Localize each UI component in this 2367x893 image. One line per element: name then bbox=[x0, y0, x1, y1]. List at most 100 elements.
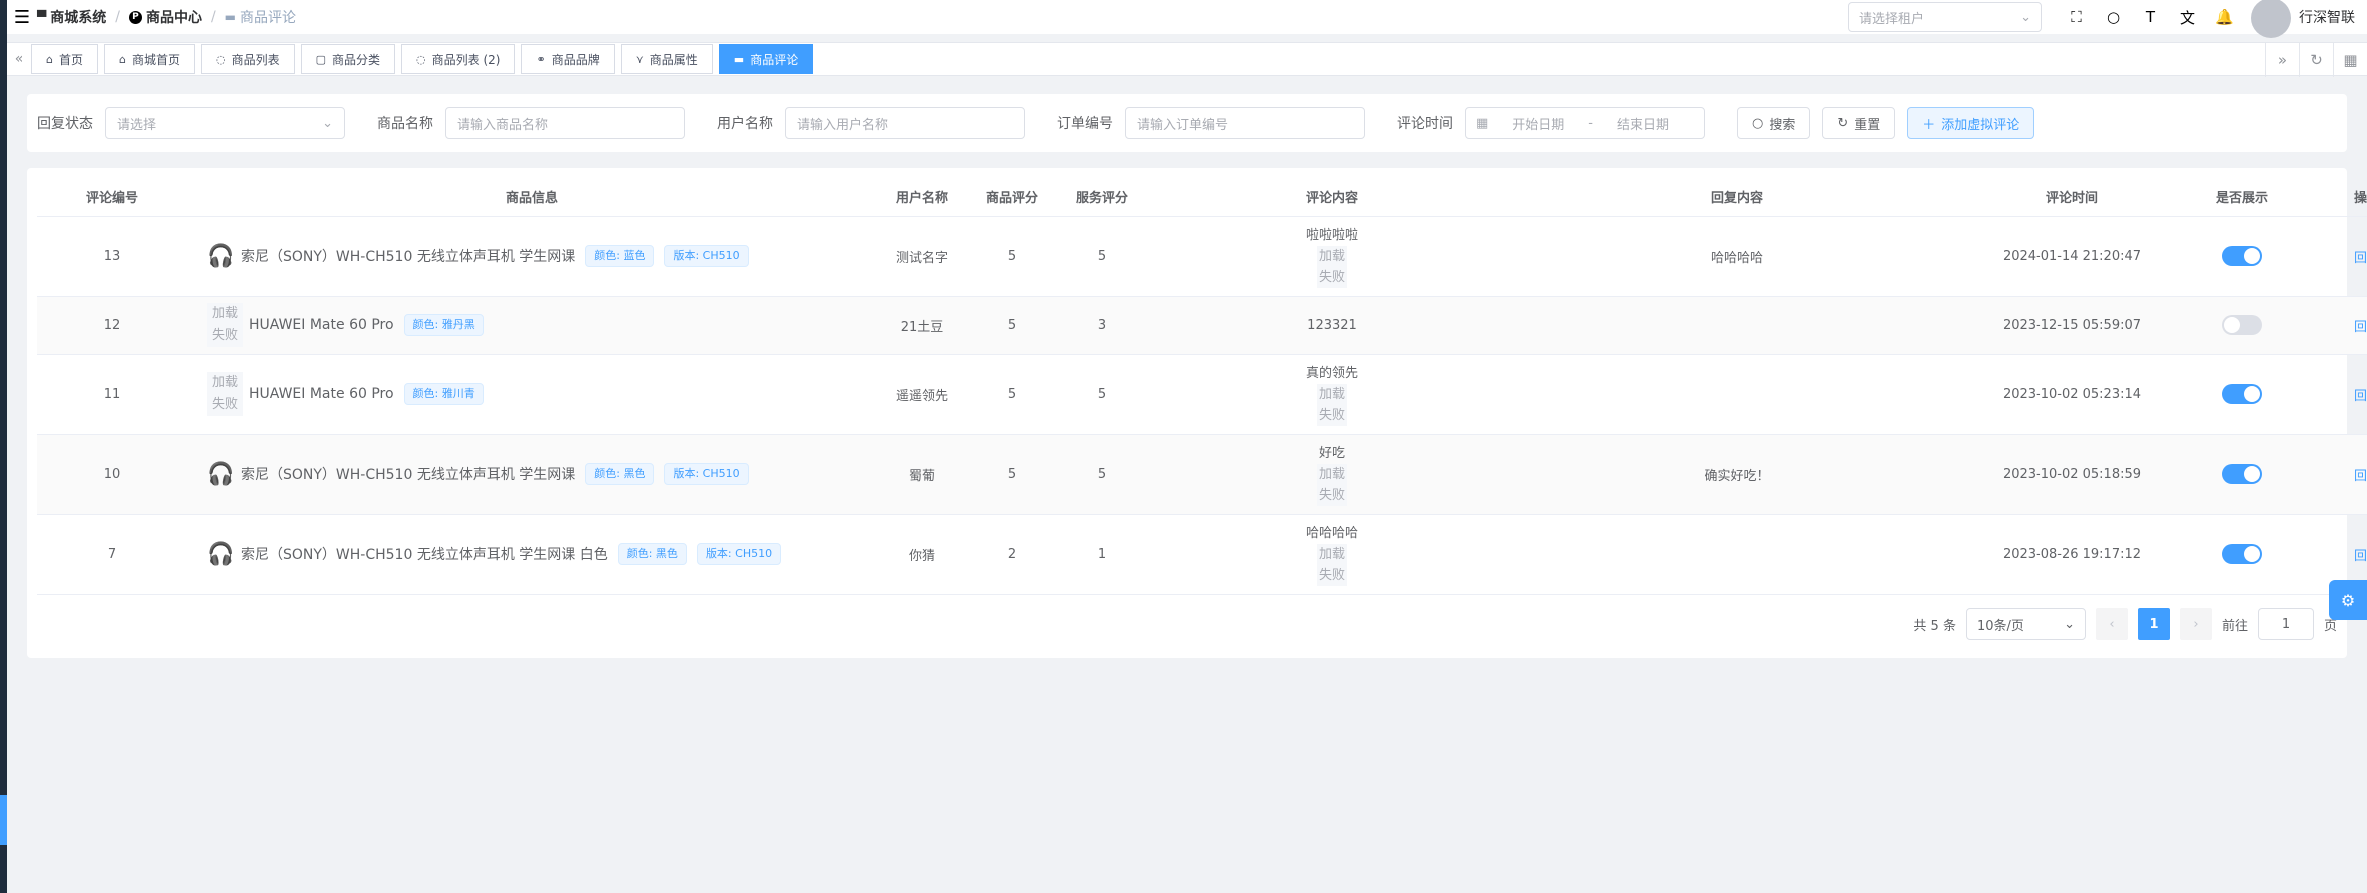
loading-icon: ◌ bbox=[216, 52, 226, 66]
col-header-content: 评论内容 bbox=[1147, 178, 1517, 217]
comment-content: 123321 bbox=[1147, 296, 1517, 355]
reply-status-select[interactable]: 请选择 ⌄ bbox=[105, 107, 345, 139]
add-virtual-comment-button[interactable]: ＋添加虚拟评论 bbox=[1907, 107, 2035, 139]
user-name-input[interactable]: 请输入用户名称 bbox=[785, 107, 1025, 139]
tab-product-brand[interactable]: ⚭ 商品品牌 bbox=[521, 44, 615, 74]
breadcrumb-item-mall[interactable]: ▀ 商城系统 bbox=[37, 7, 106, 27]
refresh-icon: ↻ bbox=[1837, 115, 1849, 131]
product-tag: 版本: CH510 bbox=[696, 543, 782, 565]
bell-icon[interactable]: 🔔 bbox=[2206, 8, 2243, 26]
prev-page-button[interactable]: ‹ bbox=[2095, 608, 2128, 640]
language-icon[interactable]: 文 bbox=[2169, 7, 2206, 28]
headphone-image[interactable]: 🎧 bbox=[207, 236, 235, 276]
loading-icon: ◌ bbox=[416, 52, 426, 66]
comment-time-field: 评论时间 ▦ 开始日期 - 结束日期 bbox=[1397, 107, 1705, 139]
reply-button[interactable]: 回复 bbox=[2354, 251, 2367, 266]
image-load-failed: 加载 失败 bbox=[1316, 543, 1347, 586]
top-navbar: ☰ ▀ 商城系统 / P 商品中心 / ▬ 商品评论 请选择租户 ⌄ ⛶ ○ T 文 🔔… bbox=[7, 0, 2367, 38]
product-tag: 颜色: 雅川青 bbox=[403, 383, 484, 405]
comment-icon: ▬ bbox=[733, 52, 745, 66]
image-load-failed: 加载 失败 bbox=[207, 372, 243, 416]
grid-menu-icon[interactable]: ▦ bbox=[2333, 43, 2367, 77]
reply-button[interactable]: 回复 bbox=[2354, 320, 2367, 335]
date-range-picker[interactable]: ▦ 开始日期 - 结束日期 bbox=[1465, 107, 1705, 139]
col-header-score: 商品评分 bbox=[967, 178, 1057, 217]
visible-toggle[interactable] bbox=[2222, 464, 2262, 484]
image-load-failed: 加载 失败 bbox=[1316, 383, 1347, 426]
product-info: 🎧 索尼（SONY）WH-CH510 无线立体声耳机 学生网课 颜色: 黑色 版… bbox=[187, 454, 877, 494]
tab-product-list[interactable]: ◌ 商品列表 bbox=[201, 44, 295, 74]
reply-button[interactable]: 回复 bbox=[2354, 549, 2367, 564]
tags-scroll-left-icon[interactable]: « bbox=[7, 51, 31, 67]
visible-toggle[interactable] bbox=[2222, 315, 2262, 335]
pagination: 共 5 条 10条/页 ⌄ ‹ 1 › 前往 1 页 bbox=[1913, 608, 2337, 640]
col-header-user: 用户名称 bbox=[877, 178, 967, 217]
tab-product-attribute[interactable]: ⋎ 商品属性 bbox=[620, 44, 713, 74]
search-icon: ○ bbox=[1752, 115, 1764, 131]
tenant-select[interactable]: 请选择租户 ⌄ bbox=[1848, 2, 2042, 32]
product-info: 🎧 索尼（SONY）WH-CH510 无线立体声耳机 学生网课 白色 颜色: 黑… bbox=[187, 534, 877, 574]
goto-label: 前往 bbox=[2221, 618, 2248, 634]
reset-button[interactable]: ↻ 重置 bbox=[1822, 107, 1896, 139]
tags-scroll-right-icon[interactable]: » bbox=[2265, 43, 2299, 77]
search-icon[interactable]: ○ bbox=[2095, 8, 2132, 26]
visible-toggle[interactable] bbox=[2222, 246, 2262, 266]
breadcrumb-item-product-center[interactable]: P 商品中心 bbox=[128, 7, 202, 27]
search-button[interactable]: ○ 搜索 bbox=[1737, 107, 1811, 139]
col-header-service: 服务评分 bbox=[1057, 178, 1147, 217]
product-info: 加载 失败 HUAWEI Mate 60 Pro 颜色: 雅川青 bbox=[187, 372, 877, 416]
order-no-input[interactable]: 请输入订单编号 bbox=[1125, 107, 1365, 139]
product-tag: 颜色: 黑色 bbox=[617, 543, 687, 565]
col-header-id: 评论编号 bbox=[37, 178, 187, 217]
tab-product-comment[interactable]: ▬ 商品评论 bbox=[718, 44, 814, 74]
goto-page-input[interactable]: 1 bbox=[2257, 608, 2314, 640]
headphone-image[interactable]: 🎧 bbox=[207, 454, 235, 494]
product-name-input[interactable]: 请输入商品名称 bbox=[445, 107, 685, 139]
fullscreen-icon[interactable]: ⛶ bbox=[2058, 8, 2095, 26]
tab-product-category[interactable]: ▢ 商品分类 bbox=[300, 44, 396, 74]
product-center-icon: P bbox=[128, 10, 142, 24]
settings-gear-icon[interactable]: ⚙ bbox=[2329, 580, 2367, 620]
comment-content: 真的领先 加载 失败 bbox=[1147, 354, 1517, 435]
image-load-failed: 加载 失败 bbox=[207, 303, 243, 347]
chevron-down-icon: ⌄ bbox=[322, 115, 333, 131]
search-form: 回复状态 请选择 ⌄ 商品名称 请输入商品名称 用户名称 请输入用户名称 订单编号… bbox=[27, 94, 2347, 152]
page-size-select[interactable]: 10条/页 ⌄ bbox=[1965, 608, 2086, 640]
tab-home[interactable]: ⌂ 首页 bbox=[31, 44, 98, 74]
table-row: 12 加载 失败 HUAWEI Mate 60 Pro 颜色: 雅丹黑 21土豆 … bbox=[37, 296, 2367, 355]
page-number-button[interactable]: 1 bbox=[2137, 608, 2170, 640]
comment-table: 评论编号 商品信息 用户名称 商品评分 服务评分 评论内容 回复内容 评论时间 … bbox=[37, 178, 2367, 595]
store-icon: ▀ bbox=[37, 10, 47, 24]
tab-mall-home[interactable]: ⌂ 商城首页 bbox=[104, 44, 195, 74]
reply-button[interactable]: 回复 bbox=[2354, 469, 2367, 484]
reply-status-field: 回复状态 请选择 ⌄ bbox=[37, 107, 345, 139]
font-size-icon[interactable]: T bbox=[2132, 8, 2169, 26]
next-page-button[interactable]: › bbox=[2179, 608, 2212, 640]
sidebar-active-marker bbox=[0, 795, 7, 845]
table-row: 10 🎧 索尼（SONY）WH-CH510 无线立体声耳机 学生网课 颜色: 黑… bbox=[37, 434, 2367, 515]
username[interactable]: 行深智联 bbox=[2299, 7, 2355, 27]
image-load-failed: 加载 失败 bbox=[1316, 463, 1347, 506]
comment-content: 啦啦啦啦 加载 失败 bbox=[1147, 216, 1517, 297]
visible-toggle[interactable] bbox=[2222, 544, 2262, 564]
hamburger-icon[interactable]: ☰ bbox=[7, 0, 37, 34]
comment-icon: ▬ bbox=[224, 10, 237, 24]
calendar-icon: ▦ bbox=[1476, 115, 1489, 131]
tags-actions: » ↻ ▦ bbox=[2265, 43, 2367, 77]
product-name-field: 商品名称 请输入商品名称 bbox=[377, 107, 685, 139]
headphone-image[interactable]: 🎧 bbox=[207, 534, 235, 574]
tab-product-list-2[interactable]: ◌ 商品列表 (2) bbox=[401, 44, 516, 74]
table-row: 13 🎧 索尼（SONY）WH-CH510 无线立体声耳机 学生网课 颜色: 蓝… bbox=[37, 216, 2367, 297]
visible-toggle[interactable] bbox=[2222, 384, 2262, 404]
product-info: 🎧 索尼（SONY）WH-CH510 无线立体声耳机 学生网课 颜色: 蓝色 版… bbox=[187, 236, 877, 276]
home-icon: ⌂ bbox=[46, 52, 53, 66]
main-area: ☰ ▀ 商城系统 / P 商品中心 / ▬ 商品评论 请选择租户 ⌄ ⛶ ○ T 文 🔔… bbox=[7, 0, 2367, 893]
product-tag: 颜色: 雅丹黑 bbox=[403, 314, 484, 336]
col-header-action: 操作 bbox=[2297, 178, 2367, 217]
refresh-icon[interactable]: ↻ bbox=[2299, 43, 2333, 77]
reply-button[interactable]: 回复 bbox=[2354, 389, 2367, 404]
table-row: 11 加载 失败 HUAWEI Mate 60 Pro 颜色: 雅川青 遥遥领先 … bbox=[37, 354, 2367, 435]
breadcrumb-separator: / bbox=[115, 9, 120, 25]
product-tag: 版本: CH510 bbox=[664, 463, 749, 485]
avatar[interactable] bbox=[2251, 0, 2291, 38]
